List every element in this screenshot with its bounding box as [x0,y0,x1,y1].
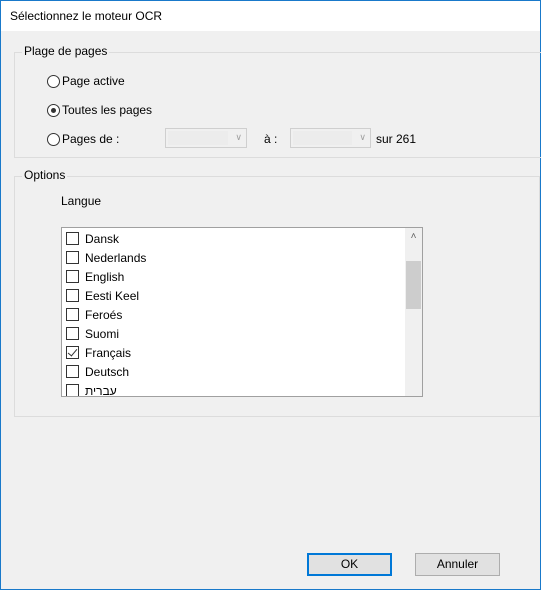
radio-label: Page active [62,74,125,88]
options-legend: Options [22,168,68,182]
list-item-label: Feroés [85,307,123,322]
checkbox-checked[interactable] [66,346,79,359]
list-item-label: Suomi [85,326,120,341]
radio-pages-from[interactable]: Pages de : [47,131,119,147]
language-list[interactable]: Dansk Nederlands English Eesti Keel Fero… [61,227,423,397]
list-item-label: עברית [85,383,117,397]
list-item-label: English [85,269,125,284]
ocr-engine-dialog: Sélectionnez le moteur OCR Plage de page… [0,0,541,590]
scroll-thumb[interactable] [406,261,421,309]
from-page-dropdown[interactable]: ∨ [165,128,247,148]
checkbox[interactable] [66,270,79,283]
scroll-up-arrow-icon[interactable]: ˄ [405,228,422,245]
list-item-label: Deutsch [85,364,130,379]
radio-all-pages[interactable]: Toutes les pages [47,102,152,118]
radio-button[interactable] [47,132,60,146]
radio-button[interactable] [47,74,60,88]
radio-label: Toutes les pages [62,103,153,117]
list-item-label: Dansk [85,231,120,246]
to-page-value [293,131,352,145]
radio-active-page[interactable]: Page active [47,73,125,89]
chevron-down-icon: ∨ [359,132,366,142]
chevron-down-icon: ∨ [235,132,242,142]
list-item-label: Français [85,345,132,360]
to-label: à : [264,132,278,146]
list-item-nederlands[interactable]: Nederlands [66,248,146,267]
language-label: Langue [61,194,102,208]
checkbox[interactable] [66,327,79,340]
checkbox[interactable] [66,232,79,245]
radio-button-selected[interactable] [47,103,60,117]
list-item-eesti-keel[interactable]: Eesti Keel [66,286,139,305]
list-item-english[interactable]: English [66,267,124,286]
list-item-label: Eesti Keel [85,288,140,303]
cancel-button[interactable]: Annuler [415,553,500,576]
list-item-deutsch[interactable]: Deutsch [66,362,129,381]
list-item-feroes[interactable]: Feroés [66,305,122,324]
checkbox[interactable] [66,365,79,378]
dialog-title: Sélectionnez le moteur OCR [10,9,163,23]
checkbox[interactable] [66,308,79,321]
list-item-suomi[interactable]: Suomi [66,324,119,343]
title-bar: Sélectionnez le moteur OCR [1,1,540,31]
checkbox[interactable] [66,251,79,264]
list-item-label: Nederlands [85,250,147,265]
checkbox[interactable] [66,289,79,302]
list-scrollbar[interactable]: ˄ [405,228,422,396]
to-page-dropdown[interactable]: ∨ [290,128,371,148]
page-range-legend: Plage de pages [22,44,110,58]
checkbox[interactable] [66,384,79,396]
list-item-francais[interactable]: Français [66,343,131,362]
ok-button[interactable]: OK [307,553,392,576]
total-pages-label: sur 261 [376,132,417,146]
list-item-hebrew[interactable]: עברית [66,381,117,397]
list-item-dansk[interactable]: Dansk [66,229,119,248]
from-page-value [168,131,228,145]
radio-label: Pages de : [62,132,120,146]
